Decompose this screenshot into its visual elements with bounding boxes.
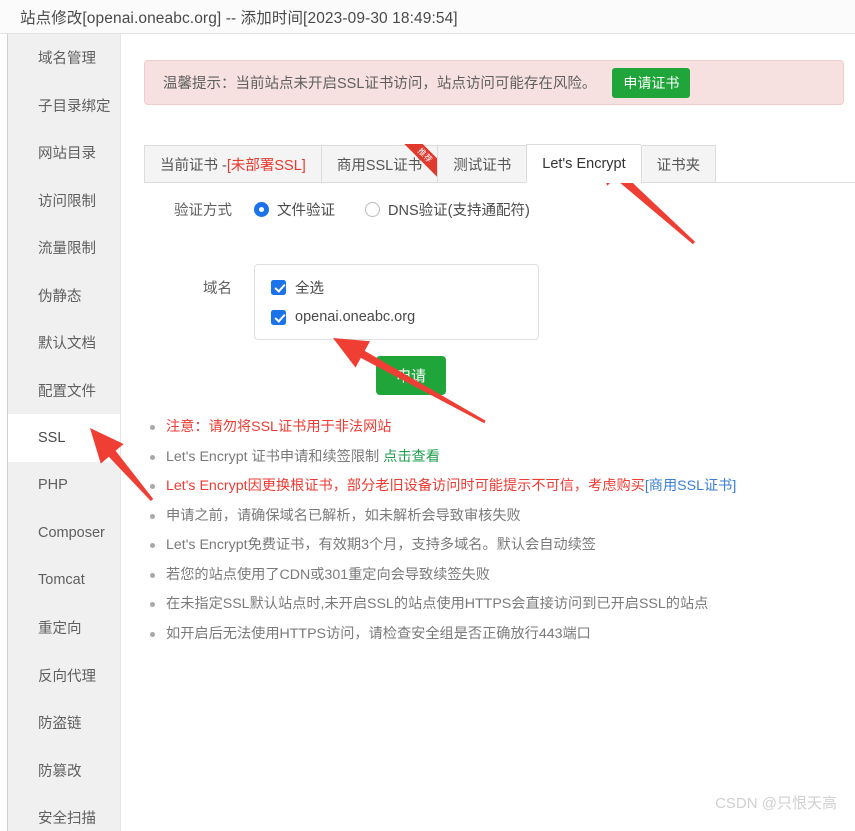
sidebar-item-5[interactable]: 伪静态 (8, 272, 120, 320)
note-link-view-limits[interactable]: 点击查看 (383, 449, 440, 465)
sidebar-item-label: PHP (38, 477, 68, 494)
window-titlebar: 站点修改[openai.oneabc.org] -- 添加时间[2023-09-… (0, 0, 855, 34)
sidebar-item-6[interactable]: 默认文档 (8, 319, 120, 367)
radio-dns-verification-indicator[interactable] (365, 202, 380, 217)
tab-2[interactable]: 测试证书 (437, 145, 527, 183)
sidebar-item-label: SSL (38, 429, 66, 446)
checkbox-select-all-label: 全选 (295, 280, 324, 297)
alert-message: 温馨提示：当前站点未开启SSL证书访问，站点访问可能存在风险。 (163, 76, 597, 92)
radio-file-verification-indicator[interactable] (254, 202, 269, 217)
checkbox-domain-openai-indicator[interactable] (271, 309, 286, 325)
sidebar-item-7[interactable]: 配置文件 (8, 367, 120, 415)
note-text: Let's Encrypt因更换根证书，部分老旧设备访问时可能提示不可信，考虑购… (166, 478, 645, 494)
sidebar-item-label: 配置文件 (38, 383, 96, 400)
sidebar-item-16[interactable]: 安全扫描 (8, 794, 120, 831)
tab-0[interactable]: 当前证书 - [未部署SSL] (144, 145, 321, 183)
verify-method-label: 验证方式 (174, 203, 232, 219)
content-panel: 温馨提示：当前站点未开启SSL证书访问，站点访问可能存在风险。 申请证书 当前证… (122, 34, 855, 831)
note-text: 申请之前，请确保域名已解析，如未解析会导致审核失败 (166, 507, 521, 524)
watermark: CSDN @只恨天高 (715, 795, 837, 812)
domain-list-box: 全选 openai.oneabc.org (254, 264, 539, 340)
note-text: Let's Encrypt 证书申请和续签限制 (166, 448, 384, 465)
sidebar-item-0[interactable]: 域名管理 (8, 34, 120, 82)
tab-1[interactable]: 商用SSL证书 推荐 (320, 144, 440, 183)
tab-label: Let's Encrypt (542, 155, 626, 172)
note-item-7: 如开启后无法使用HTTPS访问，请检查安全组是否正确放行443端口 (144, 624, 844, 644)
settings-sidebar: 域名管理子目录绑定网站目录访问限制流量限制伪静态默认文档配置文件 SSL PHP Co… (8, 34, 121, 831)
sidebar-item-9[interactable]: PHP (8, 462, 120, 510)
note-item-5: 若您的站点使用了CDN或301重定向会导致续签失败 (144, 565, 844, 585)
sidebar-item-label: 流量限制 (38, 241, 96, 258)
notes-list: 注意：请勿将SSL证书用于非法网站 Let's Encrypt 证书申请和续签限制… (144, 417, 844, 653)
note-item-3: 申请之前，请确保域名已解析，如未解析会导致审核失败 (144, 506, 844, 526)
radio-dns-verification[interactable]: DNS验证(支持通配符) (365, 199, 530, 220)
tab-label-prefix: 当前证书 - (160, 157, 227, 174)
sidebar-item-10[interactable]: Composer (8, 509, 120, 557)
sidebar-item-label: 反向代理 (38, 668, 96, 685)
note-item-6: 在未指定SSL默认站点时,未开启SSL的站点使用HTTPS会直接访问到已开启SS… (144, 594, 844, 614)
page-title: 站点修改[openai.oneabc.org] -- 添加时间[2023-09-… (20, 9, 458, 27)
sidebar-item-4[interactable]: 流量限制 (8, 224, 120, 272)
note-item-1: Let's Encrypt 证书申请和续签限制 点击查看 (144, 447, 844, 467)
sidebar-item-label: 防篡改 (38, 763, 82, 780)
checkbox-domain-openai[interactable]: openai.oneabc.org (271, 306, 522, 328)
sidebar-item-label: Composer (38, 524, 105, 541)
verify-method-row: 验证方式 文件验证 DNS验证(支持通配符) (144, 199, 560, 220)
site-edit-window: 站点修改[openai.oneabc.org] -- 添加时间[2023-09-… (0, 0, 855, 831)
note-text: 若您的站点使用了CDN或301重定向会导致续签失败 (166, 566, 490, 583)
apply-certificate-button[interactable]: 申请证书 (612, 67, 691, 98)
sidebar-item-label: 防盗链 (38, 716, 82, 733)
domain-row: 域名 全选 openai.oneabc.org (144, 264, 539, 340)
sidebar-item-label: Tomcat (38, 572, 85, 589)
tab-label: 测试证书 (453, 157, 512, 174)
sidebar-item-label: 子目录绑定 (38, 98, 111, 115)
sidebar-item-11[interactable]: Tomcat (8, 557, 120, 605)
sidebar-item-label: 安全扫描 (38, 811, 96, 828)
tab-label-status: [未部署SSL] (226, 157, 306, 174)
tab-3[interactable]: Let's Encrypt (526, 144, 641, 183)
note-link-commercial-ssl[interactable]: [商用SSL证书] (645, 478, 736, 494)
checkbox-select-all[interactable]: 全选 (271, 276, 522, 298)
certificate-tabs: 当前证书 - [未部署SSL] 商用SSL证书 推荐 测试证书 Let's Encryp… (144, 144, 855, 183)
note-item-0: 注意：请勿将SSL证书用于非法网站 (144, 417, 844, 437)
note-text: 注意：请勿将SSL证书用于非法网站 (166, 419, 392, 435)
sidebar-item-15[interactable]: 防篡改 (8, 747, 120, 795)
note-text: 在未指定SSL默认站点时,未开启SSL的站点使用HTTPS会直接访问到已开启SS… (166, 596, 709, 612)
sidebar-item-label: 默认文档 (38, 336, 96, 353)
ssl-warning-alert: 温馨提示：当前站点未开启SSL证书访问，站点访问可能存在风险。 申请证书 (144, 60, 844, 105)
radio-dns-verification-label: DNS验证(支持通配符) (388, 203, 530, 219)
submit-apply-button[interactable]: 申请 (376, 356, 447, 395)
sidebar-item-label: 访问限制 (38, 193, 96, 210)
note-item-4: Let's Encrypt免费证书，有效期3个月，支持多域名。默认会自动续签 (144, 535, 844, 555)
note-text: Let's Encrypt免费证书，有效期3个月，支持多域名。默认会自动续签 (166, 537, 596, 553)
radio-file-verification-label: 文件验证 (277, 203, 335, 219)
sidebar-item-8[interactable]: SSL (8, 414, 120, 462)
tabs-underline (144, 182, 855, 183)
checkbox-domain-openai-label: openai.oneabc.org (295, 309, 416, 325)
sidebar-item-14[interactable]: 防盗链 (8, 699, 120, 747)
note-text: 如开启后无法使用HTTPS访问，请检查安全组是否正确放行443端口 (166, 625, 591, 642)
note-item-2: Let's Encrypt因更换根证书，部分老旧设备访问时可能提示不可信，考虑购… (144, 476, 844, 496)
sidebar-item-2[interactable]: 网站目录 (8, 129, 120, 177)
sidebar-item-label: 网站目录 (38, 146, 96, 163)
sidebar-item-label: 伪静态 (38, 288, 82, 305)
sidebar-item-label: 域名管理 (38, 51, 96, 68)
checkbox-select-all-indicator[interactable] (271, 279, 286, 295)
sidebar-item-3[interactable]: 访问限制 (8, 177, 120, 225)
tab-4[interactable]: 证书夹 (640, 145, 717, 183)
sidebar-item-13[interactable]: 反向代理 (8, 652, 120, 700)
sidebar-item-1[interactable]: 子目录绑定 (8, 82, 120, 130)
sidebar-item-label: 重定向 (38, 621, 82, 638)
tab-label: 商用SSL证书 (336, 157, 423, 174)
domain-label: 域名 (203, 281, 232, 297)
sidebar-item-12[interactable]: 重定向 (8, 604, 120, 652)
radio-file-verification[interactable]: 文件验证 (254, 199, 335, 220)
tab-label: 证书夹 (656, 157, 701, 174)
